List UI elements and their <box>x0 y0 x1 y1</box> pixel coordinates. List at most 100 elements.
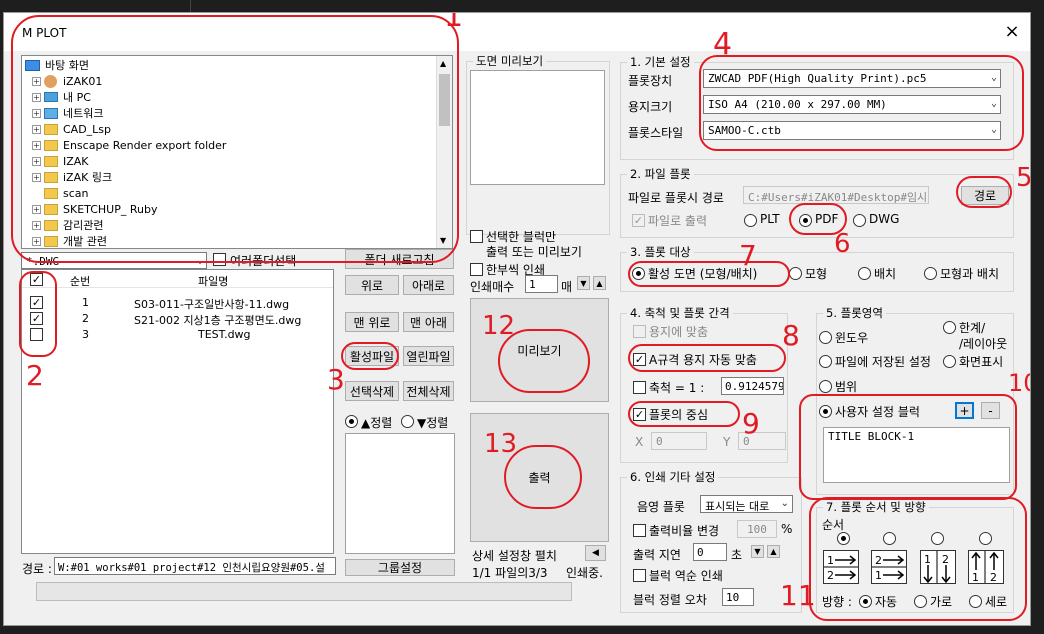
annotation-number: 12 <box>482 311 516 341</box>
area-extents-label: 범위 <box>835 380 858 394</box>
shade-label: 음영 플롯 <box>637 500 685 514</box>
scale-input[interactable]: 0.9124579 <box>721 377 784 395</box>
annotation-number: 13 <box>484 429 518 459</box>
annotation-outline <box>956 176 1012 208</box>
sort-desc-label: ▼정렬 <box>417 416 449 430</box>
annotation-number: 1 <box>444 12 464 34</box>
path-label: 경로 : <box>22 562 52 576</box>
selected-block-checkbox[interactable] <box>470 230 483 243</box>
format-plt-label: PLT <box>760 212 780 226</box>
chevron-up-icon: ▲ <box>770 547 777 556</box>
chevron-up-icon: ▲ <box>596 278 603 288</box>
fit-to-paper-label: 용지에 맞춤 <box>649 325 709 339</box>
annotation-outline <box>341 342 399 370</box>
file-list[interactable]: ✓ 순번 파일명 ✓ 1 S03-011-구조일반사항-11.dwg ✓ 2 S… <box>21 269 334 554</box>
annotation-outline <box>628 261 790 287</box>
delay-up-button[interactable]: ▲ <box>767 545 780 558</box>
annotation-number: 8 <box>782 319 800 352</box>
open-file-button[interactable]: 열린파일 <box>403 346 454 366</box>
sort-asc-radio[interactable] <box>345 415 358 428</box>
area-extents-radio[interactable] <box>819 380 832 393</box>
style-label: 플롯스타일 <box>628 126 684 140</box>
table-row[interactable]: ✓ 2 S21-002 지상1층 구조평면도.dwg <box>22 311 333 327</box>
ratio-checkbox[interactable] <box>633 524 646 537</box>
column-number: 순번 <box>70 275 91 288</box>
annotation-number: 6 <box>834 229 851 259</box>
group-list[interactable] <box>345 433 455 554</box>
to-file-label: 파일로 출력 <box>648 214 708 228</box>
area-limits-radio[interactable] <box>943 321 956 334</box>
sort-desc-radio[interactable] <box>401 415 414 428</box>
annotation-outline <box>809 497 1027 621</box>
tolerance-input[interactable]: 10 <box>722 588 754 606</box>
target-model-radio[interactable] <box>789 267 802 280</box>
annotation-number: 10 <box>1008 369 1030 397</box>
delay-input[interactable]: 0 <box>693 543 727 561</box>
annotation-number: 4 <box>713 27 733 62</box>
delete-all-button[interactable]: 전체삭제 <box>403 381 454 401</box>
to-file-checkbox[interactable]: ✓ <box>632 214 645 227</box>
format-plt-radio[interactable] <box>744 214 757 227</box>
table-row[interactable]: ✓ 1 S03-011-구조일반사항-11.dwg <box>22 295 333 311</box>
detail-toggle-button[interactable]: ◀ <box>585 545 606 561</box>
area-display-label: 화면표시 <box>959 355 1004 369</box>
scale-label: 축척 = 1 : <box>649 381 705 395</box>
delay-down-button[interactable]: ▼ <box>751 545 764 558</box>
column-filename: 파일명 <box>198 275 229 288</box>
annotation-number: 11 <box>780 579 816 612</box>
fit-to-paper-checkbox[interactable] <box>633 325 646 338</box>
one-by-one-checkbox[interactable] <box>470 263 483 276</box>
annotation-number: 2 <box>26 359 44 392</box>
annotation-outline <box>11 15 459 263</box>
copies-up-button[interactable]: ▲ <box>593 276 606 290</box>
ratio-input[interactable]: 100 <box>737 520 777 538</box>
scale-checkbox[interactable] <box>633 381 646 394</box>
offset-y-label: Y <box>723 435 731 449</box>
file-path-input[interactable]: C:#Users#iZAK01#Desktop#임시 <box>743 186 929 204</box>
ratio-unit: % <box>781 522 793 536</box>
table-row[interactable]: 3 TEST.dwg <box>22 327 333 343</box>
move-bottom-button[interactable]: 맨 아래 <box>403 312 454 332</box>
chevron-left-icon: ◀ <box>592 548 599 558</box>
area-limits-label-2: /레이아웃 <box>959 337 1008 351</box>
group-settings-button[interactable]: 그룹설정 <box>345 559 455 576</box>
annotation-number: 3 <box>327 363 345 396</box>
area-display-radio[interactable] <box>943 355 956 368</box>
shade-select[interactable]: 표시되는 대로 ⌄ <box>700 495 793 513</box>
format-dwg-label: DWG <box>869 212 900 226</box>
move-up-button[interactable]: 위로 <box>345 275 399 295</box>
mplot-dialog: M PLOT × 바탕 화면 + iZAK01 + 내 PC + 네트워크 + CAD_… <box>3 12 1031 626</box>
area-window-radio[interactable] <box>819 331 832 344</box>
status-text: 1/1 파일의3/3 <box>472 566 548 580</box>
target-both-radio[interactable] <box>924 267 937 280</box>
chevron-down-icon: ⌄ <box>780 498 789 509</box>
offset-x-input[interactable]: 0 <box>651 432 707 450</box>
target-layout-radio[interactable] <box>858 267 871 280</box>
status-text-2: 인쇄중. <box>566 566 603 580</box>
move-down-button[interactable]: 아래로 <box>403 275 454 295</box>
sort-asc-label: ▲정렬 <box>361 416 393 430</box>
plotter-label: 플롯장치 <box>628 74 673 88</box>
move-top-button[interactable]: 맨 위로 <box>345 312 399 332</box>
copies-down-button[interactable]: ▼ <box>577 276 590 290</box>
area-saved-radio[interactable] <box>819 355 832 368</box>
area-window-label: 윈도우 <box>835 331 869 345</box>
area-limits-label: 한계/ <box>959 321 986 335</box>
close-icon[interactable]: × <box>1002 22 1022 42</box>
reverse-order-checkbox[interactable] <box>633 569 646 582</box>
chevron-down-icon: ▼ <box>754 547 761 556</box>
target-both-label: 모형과 배치 <box>940 267 1000 281</box>
target-layout-label: 배치 <box>874 267 897 281</box>
ratio-label: 출력비율 변경 <box>649 524 720 538</box>
annotation-outline <box>19 271 57 357</box>
annotation-number: 5 <box>1016 163 1031 193</box>
delete-selected-button[interactable]: 선택삭제 <box>345 381 399 401</box>
path-input[interactable]: W:#01 works#01 project#12 인천시립요양원#05.설 <box>54 557 336 575</box>
preview-canvas <box>470 70 605 185</box>
format-dwg-radio[interactable] <box>853 214 866 227</box>
copies-input[interactable]: 1 <box>525 275 558 293</box>
delay-unit: 초 <box>731 548 743 562</box>
reverse-order-label: 블럭 역순 인쇄 <box>649 569 723 583</box>
target-model-label: 모형 <box>805 267 828 281</box>
chevron-down-icon: ▼ <box>580 278 587 288</box>
